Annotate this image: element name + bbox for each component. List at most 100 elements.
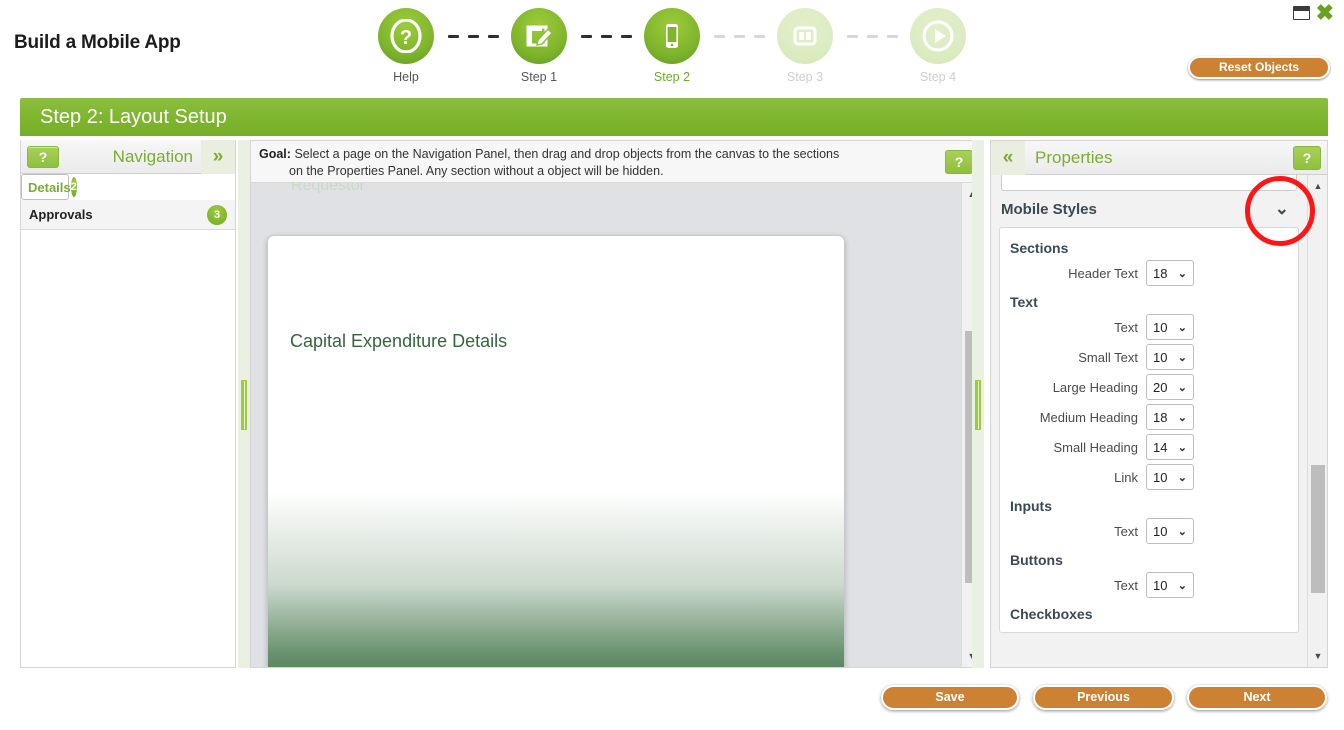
font-size-select-medium-heading[interactable]: 18 ⌄ [1146, 404, 1194, 430]
triangle-down-icon[interactable]: ▼ [1308, 647, 1328, 665]
font-size-select-header-text[interactable]: 18 ⌄ [1146, 260, 1194, 286]
properties-scrollbar[interactable]: ▲ ▼ [1307, 175, 1327, 667]
select-value: 18 [1153, 265, 1168, 281]
property-label: Link [1114, 469, 1138, 485]
navigation-list: Details 2 Approvals 3 [21, 174, 235, 230]
chevron-down-icon[interactable]: ⌄ [1275, 199, 1289, 219]
goal-line-2: on the Properties Panel. Any section wit… [289, 164, 664, 178]
properties-help-button[interactable]: ? [1293, 146, 1321, 170]
select-value: 10 [1153, 469, 1168, 485]
step-connector-3 [714, 35, 765, 38]
goal-text: Goal: Select a page on the Navigation Pa… [259, 146, 935, 180]
step-connector-4 [847, 35, 898, 38]
step-label: Step 1 [520, 70, 558, 84]
property-label: Small Text [1078, 349, 1138, 365]
svg-text:?: ? [400, 27, 412, 49]
property-row-link: Link 10 ⌄ [1010, 462, 1288, 492]
property-row-small-heading: Small Heading 14 ⌄ [1010, 432, 1288, 462]
font-size-select-link[interactable]: 10 ⌄ [1146, 464, 1194, 490]
navigation-panel: ? Navigation » Details 2 Approvals 3 [20, 139, 236, 668]
chevron-double-left-icon[interactable]: « [991, 140, 1025, 175]
select-value: 10 [1153, 523, 1168, 539]
navigation-header: ? Navigation » [21, 139, 235, 174]
property-row-button-text: Text 10 ⌄ [1010, 570, 1288, 600]
select-value: 10 [1153, 319, 1168, 335]
restore-icon[interactable] [1292, 6, 1310, 20]
properties-panel: « Properties ? Mobile Styles ⌄ Sections … [990, 140, 1328, 668]
nav-item-label: Details [28, 179, 71, 195]
category-inputs: Inputs [1010, 498, 1052, 514]
step-2[interactable]: Step 2 [636, 8, 708, 84]
close-icon[interactable]: ✖ [1316, 2, 1334, 24]
property-row-large-heading: Large Heading 20 ⌄ [1010, 372, 1288, 402]
font-size-select-button-text[interactable]: 10 ⌄ [1146, 572, 1194, 598]
chevron-down-icon: ⌄ [1177, 441, 1187, 454]
splitter-grip[interactable] [241, 380, 247, 430]
property-row-small-text: Small Text 10 ⌄ [1010, 342, 1288, 372]
layout-columns-icon [777, 8, 833, 64]
canvas-help-button[interactable]: ? [945, 150, 973, 174]
navigation-help-button[interactable]: ? [27, 145, 59, 168]
wizard-stepper: ? Help Step 1 Step 2 Step 3 Step 4 [370, 8, 970, 90]
mobile-styles-group-header[interactable]: Mobile Styles ⌄ [999, 191, 1299, 227]
font-size-select-small-text[interactable]: 10 ⌄ [1146, 344, 1194, 370]
sidebar-item-approvals[interactable]: Approvals 3 [21, 200, 235, 230]
preview-gradient-overlay [268, 491, 844, 667]
step-label: Step 3 [786, 70, 824, 84]
goal-label: Goal: [259, 147, 291, 161]
clipped-input-above[interactable] [1001, 175, 1297, 191]
step-help[interactable]: ? Help [370, 8, 442, 84]
page-title: Build a Mobile App [14, 32, 181, 53]
section-title-bar: Step 2: Layout Setup [20, 98, 1328, 136]
splitter-grip[interactable] [975, 380, 981, 430]
step-label: Step 4 [919, 70, 957, 84]
properties-header: « Properties ? [991, 140, 1327, 175]
select-value: 20 [1153, 379, 1168, 395]
save-button[interactable]: Save [881, 685, 1019, 710]
step-1[interactable]: Step 1 [503, 8, 575, 84]
property-label: Text [1114, 577, 1138, 593]
right-splitter[interactable] [972, 140, 984, 668]
chevron-down-icon: ⌄ [1177, 411, 1187, 424]
properties-scroll-thumb[interactable] [1311, 465, 1325, 593]
canvas-body[interactable]: Requestor Capital Expenditure Details [251, 183, 981, 667]
sidebar-item-details[interactable]: Details 2 [21, 174, 77, 200]
navigation-title: Navigation [112, 146, 193, 166]
question-circle-icon: ? [378, 8, 434, 64]
select-value: 18 [1153, 409, 1168, 425]
chevron-down-icon: ⌄ [1177, 579, 1187, 592]
goal-bar: Goal: Select a page on the Navigation Pa… [251, 141, 981, 183]
font-size-select-text[interactable]: 10 ⌄ [1146, 314, 1194, 340]
chevron-down-icon: ⌄ [1177, 381, 1187, 394]
select-value: 14 [1153, 439, 1168, 455]
step-label: Step 2 [653, 70, 691, 84]
reset-objects-button[interactable]: Reset Objects [1188, 56, 1330, 79]
step-4[interactable]: Step 4 [902, 8, 974, 84]
nav-item-count-badge: 2 [70, 177, 77, 197]
font-size-select-large-heading[interactable]: 20 ⌄ [1146, 374, 1194, 400]
chevron-down-icon: ⌄ [1177, 321, 1187, 334]
property-row-input-text: Text 10 ⌄ [1010, 516, 1288, 546]
canvas-ghost-label: Requestor [291, 183, 365, 194]
select-value: 10 [1153, 577, 1168, 593]
left-splitter[interactable] [238, 140, 250, 668]
step-3[interactable]: Step 3 [769, 8, 841, 84]
properties-title: Properties [1035, 147, 1113, 167]
chevron-down-icon: ⌄ [1177, 267, 1187, 280]
category-buttons: Buttons [1010, 552, 1063, 568]
category-checkboxes: Checkboxes [1010, 606, 1093, 622]
mobile-styles-card: Sections Header Text 18 ⌄ Text Text 10 ⌄ [999, 227, 1299, 633]
triangle-up-icon[interactable]: ▲ [1308, 177, 1328, 195]
font-size-select-input-text[interactable]: 10 ⌄ [1146, 518, 1194, 544]
play-circle-icon [910, 8, 966, 64]
select-value: 10 [1153, 349, 1168, 365]
mobile-preview[interactable]: Capital Expenditure Details [267, 235, 845, 667]
font-size-select-small-heading[interactable]: 14 ⌄ [1146, 434, 1194, 460]
property-label: Medium Heading [1039, 409, 1138, 425]
properties-body: Mobile Styles ⌄ Sections Header Text 18 … [991, 175, 1307, 667]
next-button[interactable]: Next [1187, 685, 1327, 710]
step-connector-1 [448, 35, 499, 38]
property-label: Large Heading [1052, 379, 1138, 395]
previous-button[interactable]: Previous [1033, 685, 1174, 710]
chevron-double-right-icon[interactable]: » [201, 139, 235, 174]
